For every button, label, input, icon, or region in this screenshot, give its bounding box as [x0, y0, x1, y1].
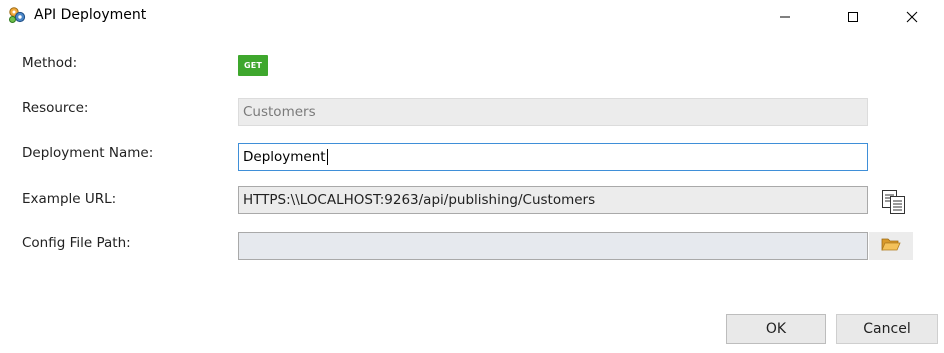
minimize-button[interactable]: [762, 0, 808, 34]
text-caret: [326, 149, 328, 165]
close-button[interactable]: [889, 0, 935, 34]
cancel-button[interactable]: Cancel: [836, 314, 938, 344]
example-url-label: Example URL:: [22, 191, 117, 207]
resource-field: Customers: [238, 98, 868, 126]
resource-value: Customers: [243, 104, 316, 120]
method-badge: GET: [238, 55, 268, 76]
maximize-button[interactable]: [830, 0, 876, 34]
copy-url-button[interactable]: [879, 187, 909, 217]
config-path-label: Config File Path:: [22, 235, 131, 251]
folder-open-icon: [881, 236, 901, 256]
deployment-name-value: Deployment: [243, 149, 326, 165]
example-url-value: HTTPS:\\LOCALHOST:9263/api/publishing/Cu…: [243, 192, 596, 208]
gear-cluster-icon: [8, 6, 26, 24]
deployment-name-label: Deployment Name:: [22, 145, 154, 161]
config-path-input[interactable]: [238, 232, 868, 260]
ok-button[interactable]: OK: [726, 314, 826, 344]
copy-icon: [879, 190, 909, 221]
window-title: API Deployment: [34, 7, 147, 23]
method-label: Method:: [22, 55, 78, 71]
resource-label: Resource:: [22, 100, 89, 116]
maximize-icon: [847, 11, 859, 23]
close-icon: [906, 11, 918, 23]
title-bar: API Deployment: [0, 0, 944, 34]
minimize-icon: [779, 11, 791, 23]
example-url-field[interactable]: HTTPS:\\LOCALHOST:9263/api/publishing/Cu…: [238, 186, 868, 214]
browse-button[interactable]: [869, 232, 913, 260]
deployment-name-input[interactable]: Deployment: [238, 143, 868, 171]
